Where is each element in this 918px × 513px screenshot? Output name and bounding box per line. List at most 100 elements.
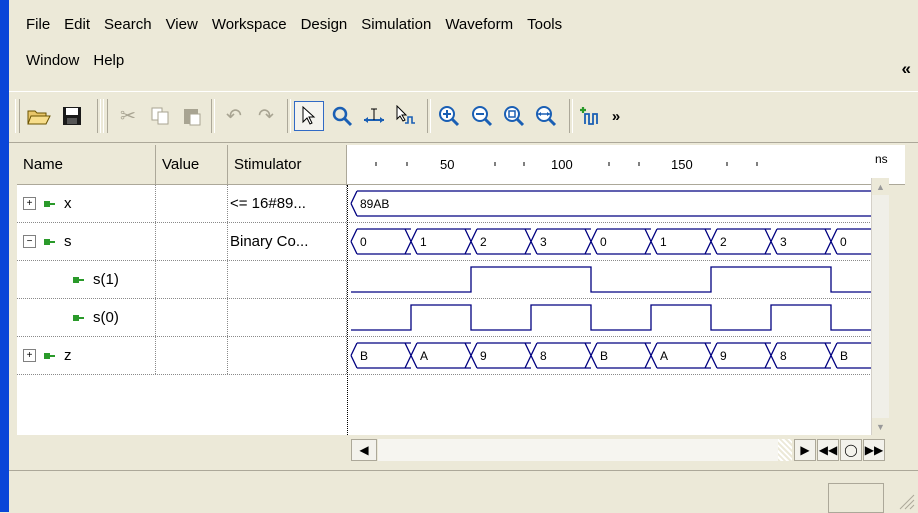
copy-icon[interactable]: [145, 101, 175, 131]
measure-icon[interactable]: [359, 101, 389, 131]
menu-collapse-button[interactable]: «: [902, 59, 911, 79]
input-signal-icon: [73, 276, 85, 284]
bus-value-label: 9: [480, 349, 487, 363]
status-bar: [9, 470, 918, 513]
menu-design[interactable]: Design: [301, 16, 348, 33]
menu-tools[interactable]: Tools: [527, 16, 562, 33]
zoom-range-icon[interactable]: [531, 101, 561, 131]
waveform-trace[interactable]: 0 1 2 3 0 1 2 3 0: [347, 223, 888, 260]
signal-name: s(0): [93, 309, 119, 326]
jump-end-icon[interactable]: ▶▶: [863, 439, 885, 461]
menu-help[interactable]: Help: [93, 52, 124, 69]
toolbar-separator: [427, 99, 431, 133]
signal-row[interactable]: − s Binary Co... 0 1 2 3 0 1 2 3 0: [17, 223, 888, 261]
open-folder-icon[interactable]: [24, 101, 54, 131]
resize-grip-icon[interactable]: [894, 489, 916, 511]
expand-icon[interactable]: +: [23, 197, 36, 210]
input-signal-icon: [44, 238, 56, 246]
edit-signal-icon[interactable]: [391, 101, 421, 131]
toolbar-grip[interactable]: [15, 99, 20, 133]
signal-row[interactable]: + z B A 9 8 B A 9 8 B: [17, 337, 888, 375]
bus-value-label: 3: [780, 235, 787, 249]
zoom-mode-icon[interactable]: [327, 101, 357, 131]
signal-name-cell[interactable]: + x: [17, 185, 156, 222]
scroll-thumb-area[interactable]: [778, 439, 792, 461]
menu-row-secondary: Window Help: [26, 48, 138, 72]
scroll-up-icon[interactable]: ▲: [872, 178, 889, 195]
menu-search[interactable]: Search: [104, 16, 152, 33]
horizontal-scrollbar[interactable]: ◀ ▶ ◀◀ ◯ ▶▶: [347, 436, 888, 464]
signal-row[interactable]: s(0): [17, 299, 888, 337]
zoom-in-icon[interactable]: [434, 101, 464, 131]
menu-waveform[interactable]: Waveform: [445, 16, 513, 33]
menu-view[interactable]: View: [166, 16, 198, 33]
scroll-down-icon[interactable]: ▼: [872, 418, 889, 435]
signal-name: s: [64, 233, 72, 250]
scroll-right-icon[interactable]: ▶: [794, 439, 816, 461]
bus-value-label: 1: [420, 235, 427, 249]
waveform-grid: Name Value Stimulator 50 150 100 ns + x <=…: [17, 145, 905, 435]
waveform-trace[interactable]: B A 9 8 B A 9 8 B: [347, 337, 888, 374]
signal-row[interactable]: + x <= 16#89... 89AB: [17, 185, 888, 223]
column-header-value[interactable]: Value: [156, 145, 228, 185]
waveform-trace[interactable]: 89AB: [347, 185, 888, 222]
bus-value-label: A: [660, 349, 668, 363]
scroll-track[interactable]: [378, 439, 778, 461]
waveform-trace[interactable]: [347, 299, 888, 336]
signal-value-cell: [156, 223, 228, 260]
menu-edit[interactable]: Edit: [64, 16, 90, 33]
signal-name-cell[interactable]: − s: [17, 223, 156, 260]
signal-row[interactable]: s(1): [17, 261, 888, 299]
expand-icon[interactable]: +: [23, 349, 36, 362]
redo-icon[interactable]: ↷: [251, 101, 281, 131]
toolbar-separator: [569, 99, 573, 133]
ruler-label-150: 150: [671, 157, 693, 172]
undo-icon[interactable]: ↶: [219, 101, 249, 131]
toolbar-grip[interactable]: [103, 99, 108, 133]
menu-file[interactable]: File: [26, 16, 50, 33]
signal-name: z: [64, 347, 72, 364]
bus-value-label: 0: [360, 235, 367, 249]
zoom-fit-icon[interactable]: [499, 101, 529, 131]
time-ruler[interactable]: 50 150 100 ns: [347, 145, 905, 185]
menu-simulation[interactable]: Simulation: [361, 16, 431, 33]
time-unit-label: ns: [875, 152, 888, 166]
bus-value-label: 8: [780, 349, 787, 363]
signal-name-cell[interactable]: s(1): [17, 261, 156, 298]
menu-window[interactable]: Window: [26, 52, 79, 69]
bit-waveform: [351, 304, 886, 331]
menu-workspace[interactable]: Workspace: [212, 16, 287, 33]
signal-stimulator-cell[interactable]: [228, 337, 347, 374]
cut-icon[interactable]: ✂: [113, 101, 143, 131]
signal-stimulator-cell[interactable]: [228, 299, 347, 336]
signal-name: s(1): [93, 271, 119, 288]
zoom-out-icon[interactable]: [467, 101, 497, 131]
signal-value-cell: [156, 299, 228, 336]
waveform-trace[interactable]: [347, 261, 888, 298]
cursor-center-icon[interactable]: ◯: [840, 439, 862, 461]
select-pointer-icon[interactable]: [294, 101, 324, 131]
signal-name-cell[interactable]: + z: [17, 337, 156, 374]
toolbar-separator: [287, 99, 291, 133]
menu-bar: File Edit Search View Workspace Design S…: [9, 0, 918, 88]
bus-value-label: 8: [540, 349, 547, 363]
jump-start-icon[interactable]: ◀◀: [817, 439, 839, 461]
scroll-left-icon[interactable]: ◀: [351, 439, 377, 461]
column-header-stimulator[interactable]: Stimulator: [228, 145, 347, 185]
toolbar-overflow-button[interactable]: »: [605, 101, 627, 131]
save-icon[interactable]: [57, 101, 87, 131]
signal-stimulator-cell[interactable]: <= 16#89...: [228, 185, 347, 222]
bus-value-label: 2: [720, 235, 727, 249]
vertical-scrollbar[interactable]: ▲ ▼: [871, 178, 889, 435]
signal-value-cell: [156, 261, 228, 298]
bus-value-label: A: [420, 349, 428, 363]
signal-name-cell[interactable]: s(0): [17, 299, 156, 336]
add-signal-icon[interactable]: [576, 101, 606, 131]
column-header-name[interactable]: Name: [17, 145, 156, 185]
bus-value-label: B: [360, 349, 368, 363]
signal-stimulator-cell[interactable]: [228, 261, 347, 298]
signal-stimulator-cell[interactable]: Binary Co...: [228, 223, 347, 260]
empty-row: [17, 417, 888, 435]
paste-icon[interactable]: [177, 101, 207, 131]
collapse-icon[interactable]: −: [23, 235, 36, 248]
